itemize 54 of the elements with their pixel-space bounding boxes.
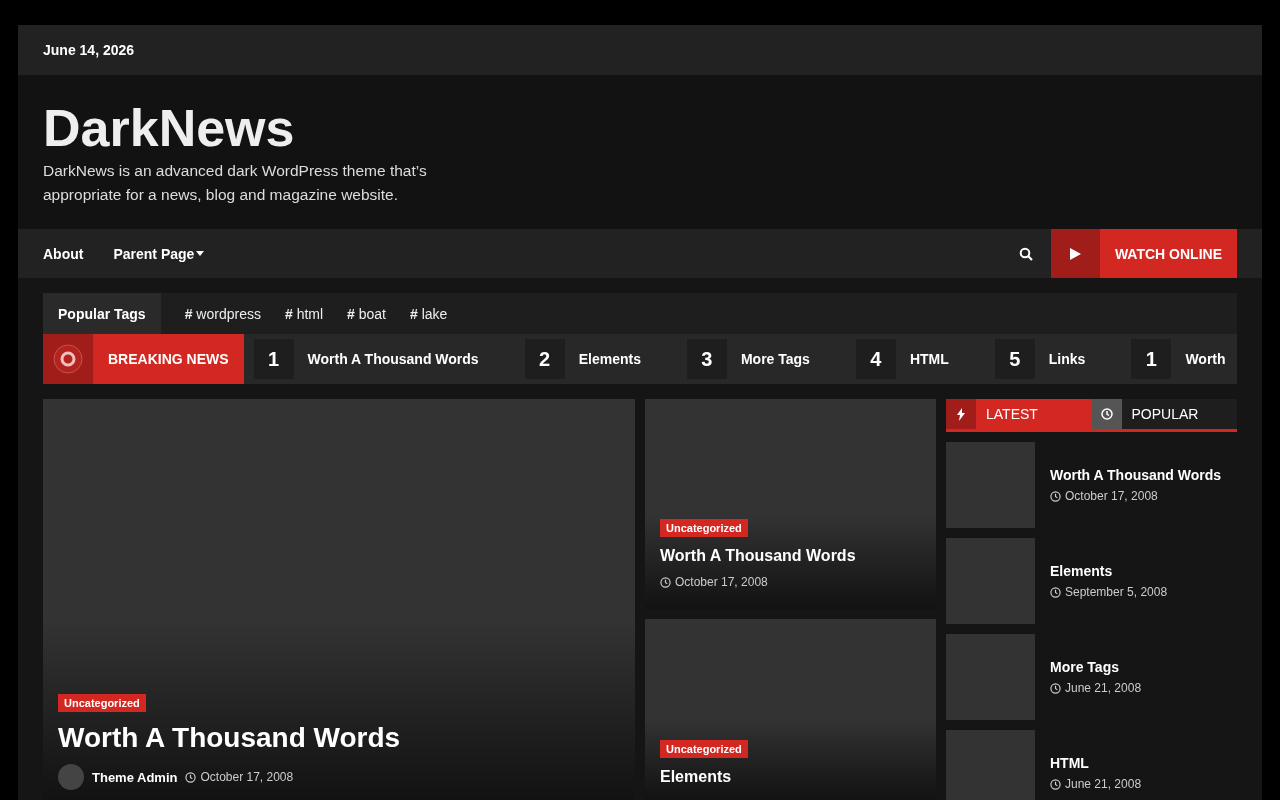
clock-icon — [1050, 586, 1061, 598]
category-tag[interactable]: Uncategorized — [660, 740, 748, 758]
breaking-news-item[interactable]: 4 HTML — [855, 339, 949, 379]
post-title[interactable]: Worth A Thousand Words — [660, 547, 921, 565]
sidebar-tab[interactable]: POPULAR — [1091, 399, 1237, 429]
tag-link[interactable]: # boat — [347, 305, 386, 322]
breaking-news-item[interactable]: 2 Elements — [524, 339, 641, 379]
current-date: June 14, 2026 — [43, 42, 135, 58]
lightning-icon — [957, 407, 965, 421]
post-date: October 17, 2008 — [1050, 489, 1222, 503]
breaking-news-label: BREAKING NEWS — [43, 334, 244, 384]
breaking-news-item[interactable]: 3 More Tags — [686, 339, 810, 379]
clock-icon — [1050, 682, 1061, 694]
site-title[interactable]: DarkNews — [43, 97, 1237, 159]
sidebar-tab[interactable]: LATEST — [946, 399, 1092, 429]
tag-link[interactable]: # lake — [410, 305, 448, 322]
tag-link[interactable]: # wordpress — [184, 305, 261, 322]
thumbnail-placeholder[interactable] — [946, 442, 1035, 528]
clock-icon — [1050, 778, 1061, 790]
post-title[interactable]: HTML — [1050, 755, 1142, 771]
post-date: June 21, 2008 — [1050, 681, 1142, 695]
post-date: June 21, 2008 — [1050, 777, 1142, 791]
live-icon — [53, 344, 83, 374]
post-date: October 17, 2008 — [185, 770, 294, 784]
post-title[interactable]: More Tags — [1050, 659, 1142, 675]
breaking-news-item[interactable]: 5 Links — [994, 339, 1086, 379]
watch-online-button[interactable]: WATCH ONLINE — [1050, 229, 1237, 278]
search-button[interactable] — [1018, 246, 1033, 261]
post-title[interactable]: Worth A Thousand Words — [1050, 467, 1222, 483]
caret-icon — [196, 251, 205, 256]
thumbnail-placeholder[interactable] — [946, 634, 1035, 720]
post-title[interactable]: Worth A Thousand Words — [58, 722, 620, 754]
clock-icon — [660, 576, 671, 588]
clock-icon — [1050, 490, 1061, 502]
post-date: October 17, 2008 — [660, 575, 921, 589]
nav-link[interactable]: Parent Page — [113, 245, 205, 262]
post-date: September 5, 2008 — [1050, 585, 1168, 599]
play-icon — [1069, 247, 1081, 260]
thumbnail-placeholder[interactable] — [946, 730, 1035, 800]
clock-icon — [185, 771, 197, 783]
popular-tags-label: Popular Tags — [43, 293, 161, 334]
author-avatar — [58, 764, 84, 790]
category-tag[interactable]: Uncategorized — [58, 694, 146, 712]
clock-icon — [1100, 408, 1113, 420]
site-tagline: DarkNews is an advanced dark WordPress theme that’s appropriate for a news, blog and magazine website. — [43, 161, 428, 205]
thumbnail-placeholder[interactable] — [946, 538, 1035, 624]
breaking-news-item[interactable]: 1 Worth A Thousand Words — [253, 339, 479, 379]
author-name[interactable]: Theme Admin — [92, 769, 178, 785]
post-title[interactable]: Elements — [660, 768, 921, 786]
post-title[interactable]: Elements — [1050, 563, 1168, 579]
breaking-news-item[interactable]: 1 Worth — [1131, 339, 1226, 379]
tag-link[interactable]: # html — [284, 305, 324, 322]
category-tag[interactable]: Uncategorized — [660, 519, 748, 537]
nav-link[interactable]: About — [43, 245, 84, 262]
